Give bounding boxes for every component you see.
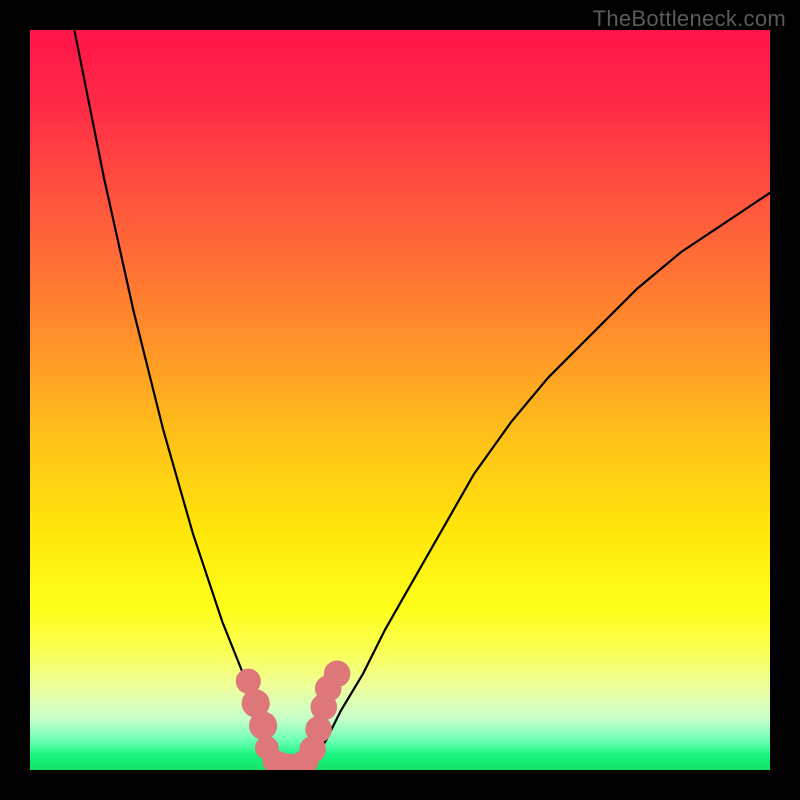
- watermark-text: TheBottleneck.com: [593, 6, 786, 32]
- plot-area: [30, 30, 770, 770]
- marker-dot: [249, 712, 277, 740]
- curve-svg: [30, 30, 770, 770]
- marker-dots-group: [236, 661, 351, 771]
- right-curve-path: [311, 193, 770, 763]
- marker-dot: [305, 716, 332, 743]
- marker-dot: [324, 661, 351, 688]
- left-curve-path: [74, 30, 281, 763]
- chart-frame: TheBottleneck.com: [0, 0, 800, 800]
